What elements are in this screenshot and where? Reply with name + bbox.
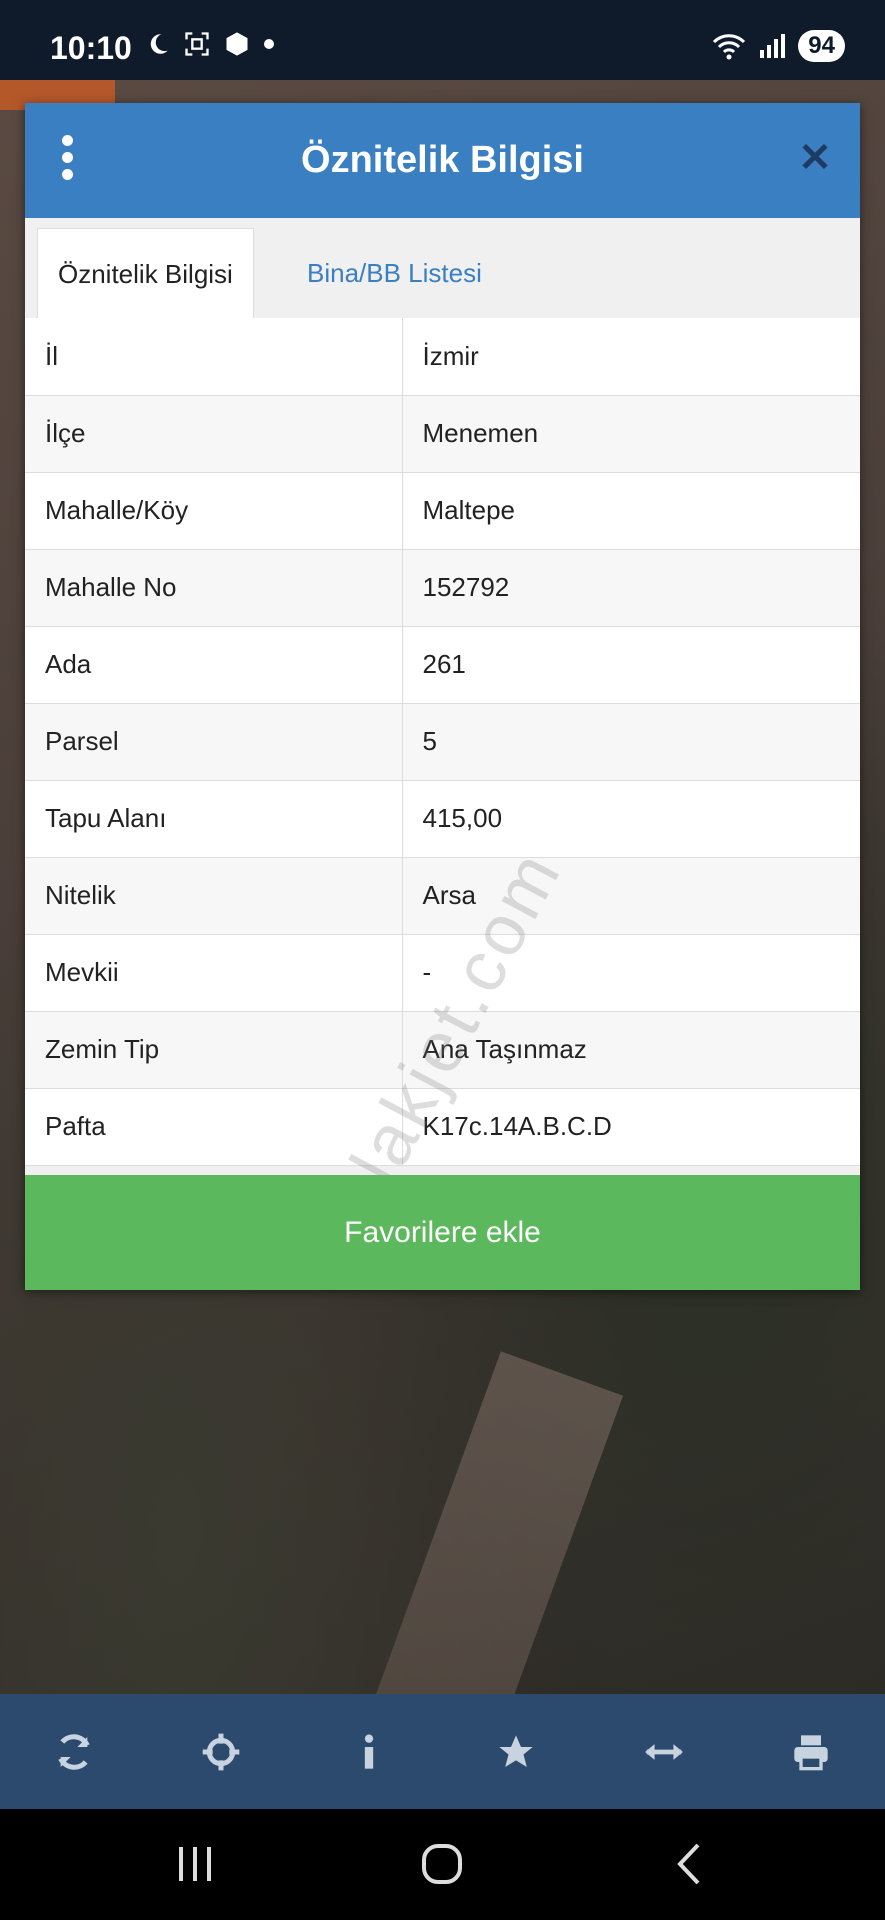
table-row: İlçe Menemen — [25, 395, 860, 473]
row-value: Ana Taşınmaz — [402, 1011, 860, 1089]
row-key: Mevkii — [25, 934, 403, 1012]
row-value: 261 — [402, 626, 860, 704]
table-row: Mevkii - — [25, 934, 860, 1012]
row-value: Menemen — [402, 395, 860, 473]
home-icon[interactable] — [412, 1839, 472, 1889]
close-icon[interactable]: ✕ — [795, 133, 835, 183]
row-value: Maltepe — [402, 472, 860, 550]
table-row: Ada 261 — [25, 626, 860, 704]
row-key: İlçe — [25, 395, 403, 473]
row-value: 152792 — [402, 549, 860, 627]
status-time: 10:10 — [50, 30, 132, 66]
table-row: Zemin Tip Ana Taşınmaz — [25, 1011, 860, 1089]
box-icon — [226, 32, 248, 56]
back-icon[interactable] — [660, 1839, 720, 1889]
table-row: Nitelik Arsa — [25, 857, 860, 935]
row-value: Arsa — [402, 857, 860, 935]
row-value: 415,00 — [402, 780, 860, 858]
dialog-header: Öznitelik Bilgisi ✕ — [25, 103, 860, 218]
battery-level: 94 — [798, 30, 845, 62]
row-key: Zemin Tip — [25, 1011, 403, 1089]
table-row: Mahalle/Köy Maltepe — [25, 472, 860, 550]
dot-icon — [264, 39, 274, 49]
row-key: Mahalle No — [25, 549, 403, 627]
row-key: İl — [25, 318, 403, 396]
refresh-icon[interactable] — [44, 1722, 104, 1782]
row-key: Tapu Alanı — [25, 780, 403, 858]
attribute-dialog: Öznitelik Bilgisi ✕ Öznitelik Bilgisi Bi… — [25, 103, 860, 1291]
table-row: İl İzmir — [25, 318, 860, 396]
screenshot-icon — [185, 32, 209, 56]
table-row: Tapu Alanı 415,00 — [25, 780, 860, 858]
moon-icon — [150, 34, 168, 54]
tab-attributes[interactable]: Öznitelik Bilgisi — [37, 228, 254, 319]
attribute-table: İl İzmir İlçe Menemen Mahalle/Köy Maltepe M… — [25, 318, 860, 1166]
star-icon[interactable] — [486, 1722, 546, 1782]
info-icon[interactable] — [339, 1722, 399, 1782]
system-nav-bar — [0, 1809, 885, 1920]
recent-apps-icon[interactable] — [165, 1839, 225, 1889]
map-toolbar — [0, 1694, 885, 1809]
table-row: Mahalle No 152792 — [25, 549, 860, 627]
row-value: 5 — [402, 703, 860, 781]
tab-building-list[interactable]: Bina/BB Listesi — [287, 228, 502, 318]
tab-bar: Öznitelik Bilgisi Bina/BB Listesi — [25, 218, 860, 319]
row-key: Nitelik — [25, 857, 403, 935]
row-value: İzmir — [402, 318, 860, 396]
row-value: - — [402, 934, 860, 1012]
table-row: Parsel 5 — [25, 703, 860, 781]
crosshair-icon[interactable] — [191, 1722, 251, 1782]
status-icons-left — [145, 30, 275, 58]
row-key: Ada — [25, 626, 403, 704]
row-value: K17c.14A.B.C.D — [402, 1088, 860, 1166]
print-icon[interactable] — [781, 1722, 841, 1782]
row-key: Parsel — [25, 703, 403, 781]
table-row: Pafta K17c.14A.B.C.D — [25, 1088, 860, 1166]
signal-icon — [760, 34, 786, 58]
measure-icon[interactable] — [634, 1722, 694, 1782]
status-icons-right: 94 — [712, 30, 845, 62]
dialog-title: Öznitelik Bilgisi — [301, 139, 584, 181]
status-bar: 10:10 94 — [0, 0, 885, 80]
add-favorite-button[interactable]: Favorilere ekle — [25, 1175, 860, 1290]
wifi-icon — [713, 34, 746, 60]
row-key: Mahalle/Köy — [25, 472, 403, 550]
row-key: Pafta — [25, 1088, 403, 1166]
